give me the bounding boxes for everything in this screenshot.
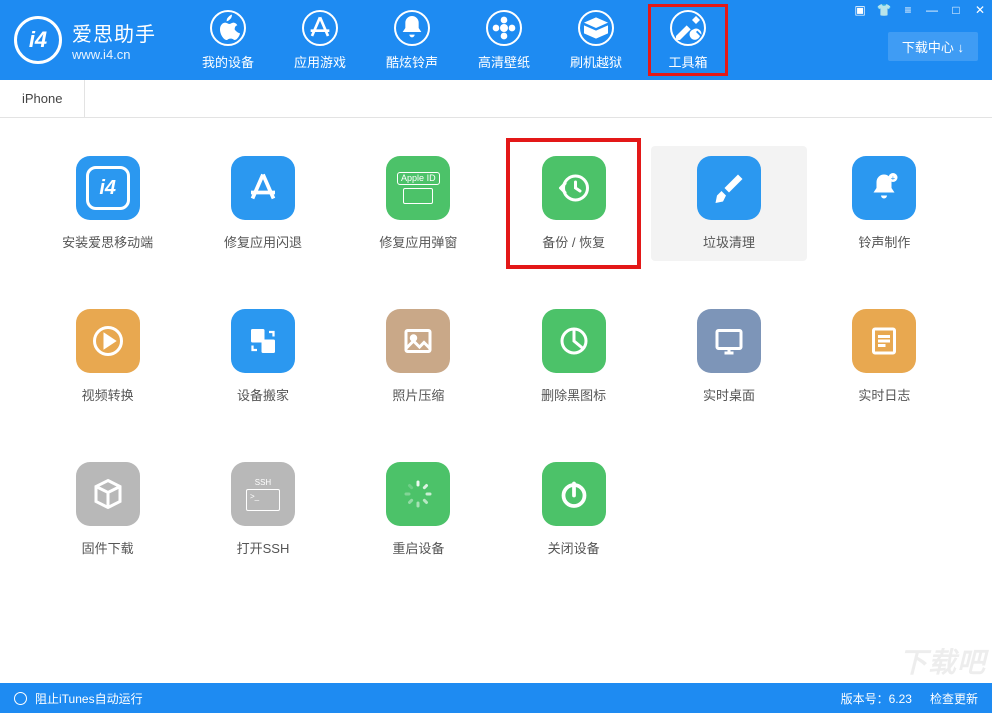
image-icon xyxy=(386,309,450,373)
tool-fix-crash[interactable]: 修复应用闪退 xyxy=(185,146,340,261)
app-logo-icon: i4 xyxy=(14,16,62,64)
ssh-icon: SSH>_ xyxy=(231,462,295,526)
spinner-icon xyxy=(386,462,450,526)
tool-label: 修复应用弹窗 xyxy=(379,232,457,251)
apple-icon xyxy=(210,10,246,46)
tool-label: 打开SSH xyxy=(237,538,290,557)
app-url: www.i4.cn xyxy=(72,47,156,62)
tool-backup-restore[interactable]: 备份 / 恢复 xyxy=(496,146,651,261)
doc-icon xyxy=(852,309,916,373)
tool-live-desktop[interactable]: 实时桌面 xyxy=(651,299,806,414)
watermark: 下载吧 xyxy=(899,641,986,681)
tool-label: 实时桌面 xyxy=(703,385,755,404)
tool-label: 垃圾清理 xyxy=(703,232,755,251)
download-center-button[interactable]: 下载中心 ↓ xyxy=(888,32,978,61)
tool-label: 安装爱思移动端 xyxy=(62,232,153,251)
tab-iphone[interactable]: iPhone xyxy=(0,80,85,117)
tool-reboot[interactable]: 重启设备 xyxy=(341,452,496,567)
svg-text:+: + xyxy=(891,174,896,183)
radio-icon[interactable] xyxy=(14,692,27,705)
logo-area: i4 爱思助手 www.i4.cn xyxy=(0,16,170,64)
brush-icon xyxy=(697,156,761,220)
bell-icon xyxy=(394,10,430,46)
tool-label: 设备搬家 xyxy=(237,385,289,404)
tool-ringtone-make[interactable]: + 铃声制作 xyxy=(807,146,962,261)
pie-icon xyxy=(542,309,606,373)
appstore-icon xyxy=(231,156,295,220)
tool-photo-compress[interactable]: 照片压缩 xyxy=(341,299,496,414)
swap-icon xyxy=(231,309,295,373)
main-content: i4 安装爱思移动端 修复应用闪退 Apple ID 修复应用弹窗 备份 / 恢复 垃圾清理… xyxy=(0,118,992,577)
main-nav: 我的设备 应用游戏 酷炫铃声 高清壁纸 刷机越狱 工具箱 xyxy=(182,0,734,80)
check-update-link[interactable]: 检查更新 xyxy=(930,690,978,707)
tool-device-move[interactable]: 设备搬家 xyxy=(185,299,340,414)
tool-label: 固件下载 xyxy=(82,538,134,557)
app-logo-text: 爱思助手 www.i4.cn xyxy=(72,18,156,62)
feedback-icon[interactable]: ▣ xyxy=(848,0,872,20)
nav-device[interactable]: 我的设备 xyxy=(182,0,274,80)
bell-icon: + xyxy=(852,156,916,220)
tool-trash[interactable]: 垃圾清理 xyxy=(651,146,806,261)
tool-label: 照片压缩 xyxy=(392,385,444,404)
tool-label: 重启设备 xyxy=(392,538,444,557)
tool-live-log[interactable]: 实时日志 xyxy=(807,299,962,414)
top-bar: i4 爱思助手 www.i4.cn 我的设备 应用游戏 酷炫铃声 高清壁纸 刷机… xyxy=(0,0,992,80)
flower-icon xyxy=(486,10,522,46)
nav-wallpaper[interactable]: 高清壁纸 xyxy=(458,0,550,80)
tool-label: 关闭设备 xyxy=(548,538,600,557)
power-icon xyxy=(542,462,606,526)
skin-icon[interactable]: 👕 xyxy=(872,0,896,20)
tools-icon xyxy=(670,10,706,46)
nav-ringtone[interactable]: 酷炫铃声 xyxy=(366,0,458,80)
tool-label: 视频转换 xyxy=(82,385,134,404)
tool-shutdown[interactable]: 关闭设备 xyxy=(496,452,651,567)
tool-label: 删除黑图标 xyxy=(541,385,606,404)
nav-toolbox[interactable]: 工具箱 xyxy=(642,0,734,80)
version-info: 版本号：6.23 xyxy=(841,690,912,707)
clockback-icon xyxy=(542,156,606,220)
box-open-icon xyxy=(578,10,614,46)
play-icon xyxy=(76,309,140,373)
tool-fix-popup[interactable]: Apple ID 修复应用弹窗 xyxy=(341,146,496,261)
tool-label: 修复应用闪退 xyxy=(224,232,302,251)
tool-label: 实时日志 xyxy=(858,385,910,404)
tool-install-mobile[interactable]: i4 安装爱思移动端 xyxy=(30,146,185,261)
tool-ssh[interactable]: SSH>_ 打开SSH xyxy=(185,452,340,567)
status-bar: 阻止iTunes自动运行 版本号：6.23 检查更新 xyxy=(0,683,992,713)
maximize-button[interactable]: □ xyxy=(944,0,968,20)
nav-flash[interactable]: 刷机越狱 xyxy=(550,0,642,80)
tool-video-convert[interactable]: 视频转换 xyxy=(30,299,185,414)
tool-firmware[interactable]: 固件下载 xyxy=(30,452,185,567)
device-tabs: iPhone xyxy=(0,80,992,118)
close-button[interactable]: ✕ xyxy=(968,0,992,20)
tools-grid: i4 安装爱思移动端 修复应用闪退 Apple ID 修复应用弹窗 备份 / 恢复 垃圾清理… xyxy=(30,146,962,567)
appleid-icon: Apple ID xyxy=(386,156,450,220)
window-controls: ▣ 👕 ≡ — □ ✕ xyxy=(848,0,992,20)
i4-icon: i4 xyxy=(76,156,140,220)
status-left-text[interactable]: 阻止iTunes自动运行 xyxy=(35,690,143,707)
tool-delete-black[interactable]: 删除黑图标 xyxy=(496,299,651,414)
app-title: 爱思助手 xyxy=(72,18,156,47)
nav-apps[interactable]: 应用游戏 xyxy=(274,0,366,80)
screen-icon xyxy=(697,309,761,373)
cube-icon xyxy=(76,462,140,526)
minimize-button[interactable]: — xyxy=(920,0,944,20)
tool-label: 铃声制作 xyxy=(858,232,910,251)
tool-label: 备份 / 恢复 xyxy=(542,232,605,251)
appstore-icon xyxy=(302,10,338,46)
menu-icon[interactable]: ≡ xyxy=(896,0,920,20)
